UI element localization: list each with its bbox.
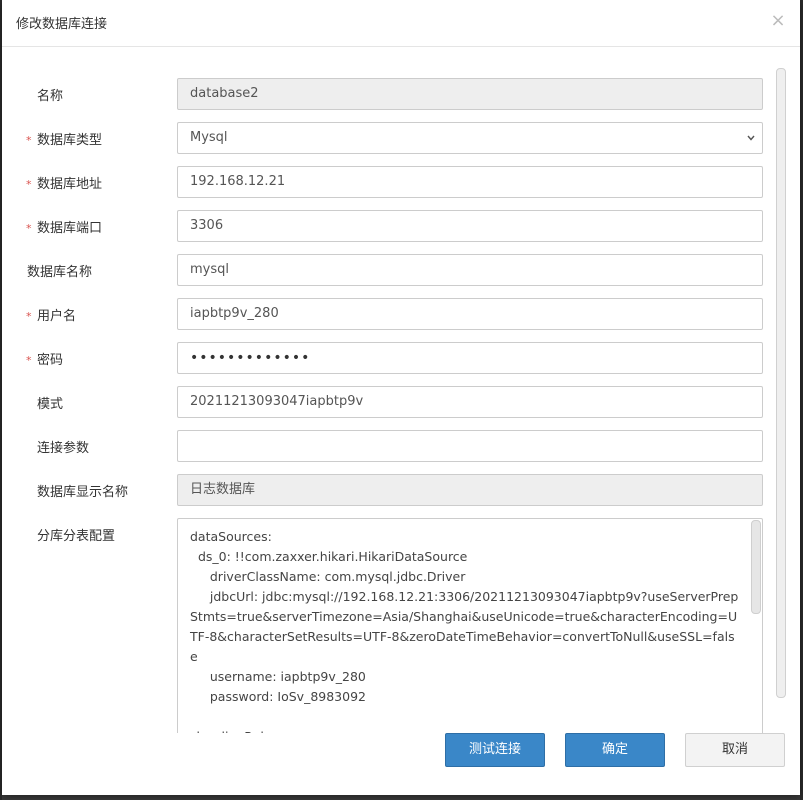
db-name-label: 数据库名称 (27, 265, 93, 280)
edit-db-connection-dialog: 修改数据库连接 × 名称 database2 * 数据库类型 Mysql * 数… (2, 0, 800, 795)
schema-input[interactable]: 20211213093047iapbtp9v (177, 386, 763, 418)
required-marker: * (26, 310, 32, 323)
form-row-db-name: 数据库名称 mysql (2, 254, 772, 290)
name-field[interactable]: database2 (177, 78, 763, 110)
conn-params-label: 连接参数 (37, 441, 90, 456)
conn-params-input[interactable] (177, 430, 763, 462)
form-body: 名称 database2 * 数据库类型 Mysql * 数据库地址 192.1… (2, 47, 772, 733)
required-marker: * (26, 222, 32, 235)
form-row-db-type: * 数据库类型 Mysql (2, 122, 772, 158)
cancel-button[interactable]: 取消 (685, 733, 785, 767)
sharding-config-textarea[interactable]: dataSources: ds_0: !!com.zaxxer.hikari.H… (177, 518, 763, 733)
dialog-title: 修改数据库连接 (16, 17, 108, 32)
db-port-input[interactable]: 3306 (177, 210, 763, 242)
name-label: 名称 (37, 89, 64, 104)
textarea-scrollbar[interactable] (751, 520, 761, 614)
required-marker: * (26, 134, 32, 147)
form-row-name: 名称 database2 (2, 78, 772, 114)
db-name-input[interactable]: mysql (177, 254, 763, 286)
chevron-down-icon (746, 123, 756, 153)
form-row-conn-params: 连接参数 (2, 430, 772, 466)
form-row-db-port: * 数据库端口 3306 (2, 210, 772, 246)
db-type-value: Mysql (190, 130, 228, 145)
form-row-sharding-config: 分库分表配置 dataSources: ds_0: !!com.zaxxer.h… (2, 518, 772, 733)
required-marker: * (26, 354, 32, 367)
db-type-label: 数据库类型 (37, 133, 103, 148)
password-label: 密码 (37, 353, 64, 368)
password-input[interactable]: ••••••••••••• (177, 342, 763, 374)
form-row-username: * 用户名 iapbtp9v_280 (2, 298, 772, 334)
db-type-select[interactable]: Mysql (177, 122, 763, 154)
db-address-input[interactable]: 192.168.12.21 (177, 166, 763, 198)
sharding-config-label: 分库分表配置 (37, 529, 116, 544)
test-connection-button[interactable]: 测试连接 (445, 733, 545, 767)
db-address-label: 数据库地址 (37, 177, 103, 192)
display-name-field[interactable]: 日志数据库 (177, 474, 763, 506)
username-label: 用户名 (37, 309, 77, 324)
confirm-button[interactable]: 确定 (565, 733, 665, 767)
db-port-label: 数据库端口 (37, 221, 103, 236)
form-row-display-name: 数据库显示名称 日志数据库 (2, 474, 772, 510)
dialog-scrollbar[interactable] (776, 68, 786, 698)
form-row-password: * 密码 ••••••••••••• (2, 342, 772, 378)
close-icon[interactable]: × (768, 10, 788, 32)
dialog-header: 修改数据库连接 × (2, 0, 800, 47)
sharding-config-text: dataSources: ds_0: !!com.zaxxer.hikari.H… (190, 529, 739, 733)
required-marker: * (26, 178, 32, 191)
dialog-footer: 测试连接 确定 取消 (2, 733, 800, 795)
form-row-db-address: * 数据库地址 192.168.12.21 (2, 166, 772, 202)
form-row-schema: 模式 20211213093047iapbtp9v (2, 386, 772, 422)
schema-label: 模式 (37, 397, 64, 412)
display-name-label: 数据库显示名称 (37, 485, 129, 500)
username-input[interactable]: iapbtp9v_280 (177, 298, 763, 330)
